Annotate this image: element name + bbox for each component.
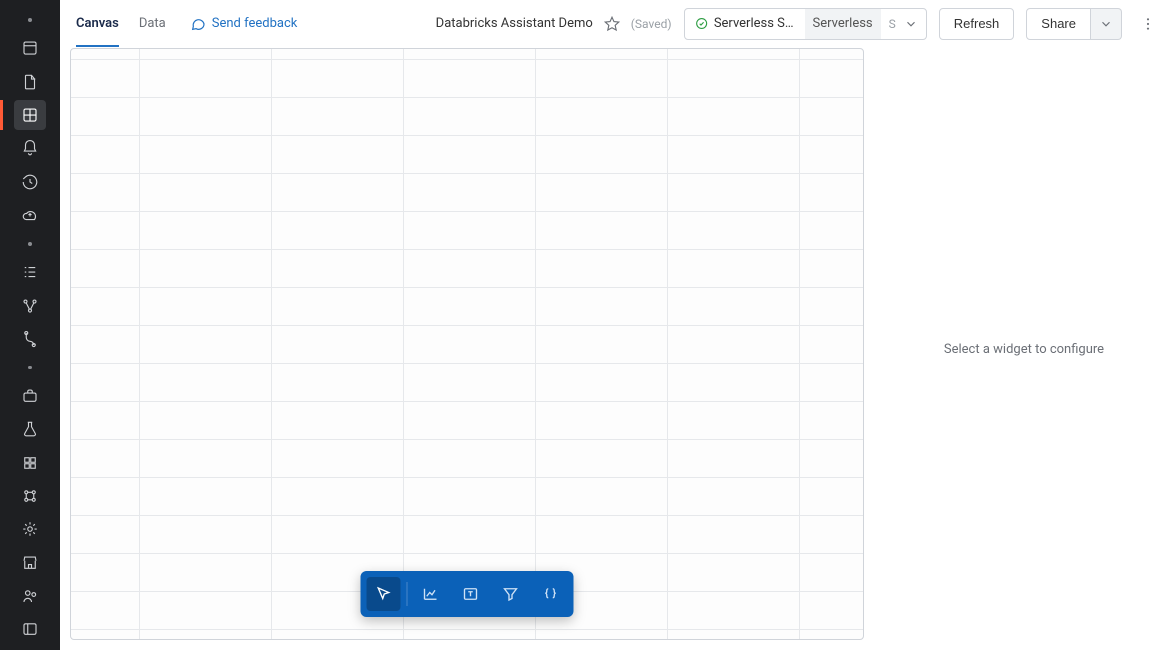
tool-code[interactable] [534,577,568,611]
features-icon [21,487,39,505]
cloud-up-icon [21,206,39,224]
nav-separator-dot [28,18,32,22]
nav-workflows[interactable] [14,324,46,353]
share-dropdown-button[interactable] [1091,8,1122,40]
bell-icon [21,139,39,157]
nav-pipeline[interactable] [14,291,46,320]
home-icon [21,39,39,57]
briefcase-icon [21,387,39,405]
chart-icon [422,585,440,603]
widget-toolbox [361,571,574,617]
dashboard-canvas[interactable] [70,48,864,640]
nav-separator-dot [28,366,32,370]
nav-alerts[interactable] [14,134,46,163]
star-icon [603,15,621,33]
nav-new-file[interactable] [14,67,46,96]
nav-serving[interactable] [14,515,46,544]
warehouse-chip: Serverless [805,9,881,39]
compute-status-label: Serverless Sta… [714,16,795,31]
main-area: Canvas Data Send feedback Databricks Ass… [60,0,1174,650]
editor-body: Select a widget to configure [60,48,1174,650]
tasks-icon [21,263,39,281]
chat-icon [190,16,206,32]
header-bar: Canvas Data Send feedback Databricks Ass… [60,0,1174,48]
nav-tasks[interactable] [14,258,46,287]
mode-tabs: Canvas Data Send feedback [76,2,297,45]
check-circle-icon [695,16,708,31]
feedback-label: Send feedback [212,16,298,31]
history-icon [21,173,39,191]
nav-models[interactable] [14,448,46,477]
favorite-button[interactable] [603,15,621,33]
share-button-group: Share [1026,8,1122,40]
cursor-icon [375,585,393,603]
kebab-icon [1140,16,1156,32]
compute-selector[interactable]: Serverless Sta… Serverless S [684,8,927,40]
chevron-down-icon [904,17,918,31]
models-icon [21,454,39,472]
config-panel: Select a widget to configure [874,48,1174,650]
nav-home[interactable] [14,34,46,63]
compute-chevron [902,17,926,31]
share-button[interactable]: Share [1026,8,1091,40]
tool-filter[interactable] [494,577,528,611]
filter-icon [502,585,520,603]
canvas-container [60,48,874,650]
refresh-button[interactable]: Refresh [939,8,1015,40]
warehouse-size: S [881,17,902,31]
nav-separator-dot [28,242,32,246]
nav-partner[interactable] [14,581,46,610]
toolbox-separator [407,582,408,606]
text-box-icon [462,585,480,603]
nav-experiments[interactable] [14,415,46,444]
nav-jobs[interactable] [14,381,46,410]
serving-icon [21,520,39,538]
overflow-menu-button[interactable] [1134,16,1162,32]
dashboard-title[interactable]: Databricks Assistant Demo [436,16,593,31]
nav-dashboards[interactable] [14,100,46,129]
saved-status: (Saved) [631,17,672,31]
nav-menu[interactable] [14,615,46,644]
store-icon [21,554,39,572]
nav-marketplace[interactable] [14,548,46,577]
nav-history[interactable] [14,167,46,196]
tab-canvas[interactable]: Canvas [76,2,119,47]
tool-cursor[interactable] [367,577,401,611]
chevron-down-icon [1099,17,1113,31]
pipeline-icon [21,297,39,315]
workflow-icon [21,330,39,348]
compute-status: Serverless Sta… [685,16,805,31]
partner-icon [21,587,39,605]
left-nav-rail [0,0,60,650]
menu-collapse-icon [21,620,39,638]
nav-compute[interactable] [14,200,46,229]
nav-features[interactable] [14,481,46,510]
braces-icon [542,585,560,603]
dashboard-icon [21,106,39,124]
file-plus-icon [21,73,39,91]
tool-chart[interactable] [414,577,448,611]
tool-text[interactable] [454,577,488,611]
flask-icon [21,420,39,438]
send-feedback-link[interactable]: Send feedback [190,16,298,32]
config-placeholder: Select a widget to configure [944,342,1104,357]
tab-data[interactable]: Data [139,2,166,45]
